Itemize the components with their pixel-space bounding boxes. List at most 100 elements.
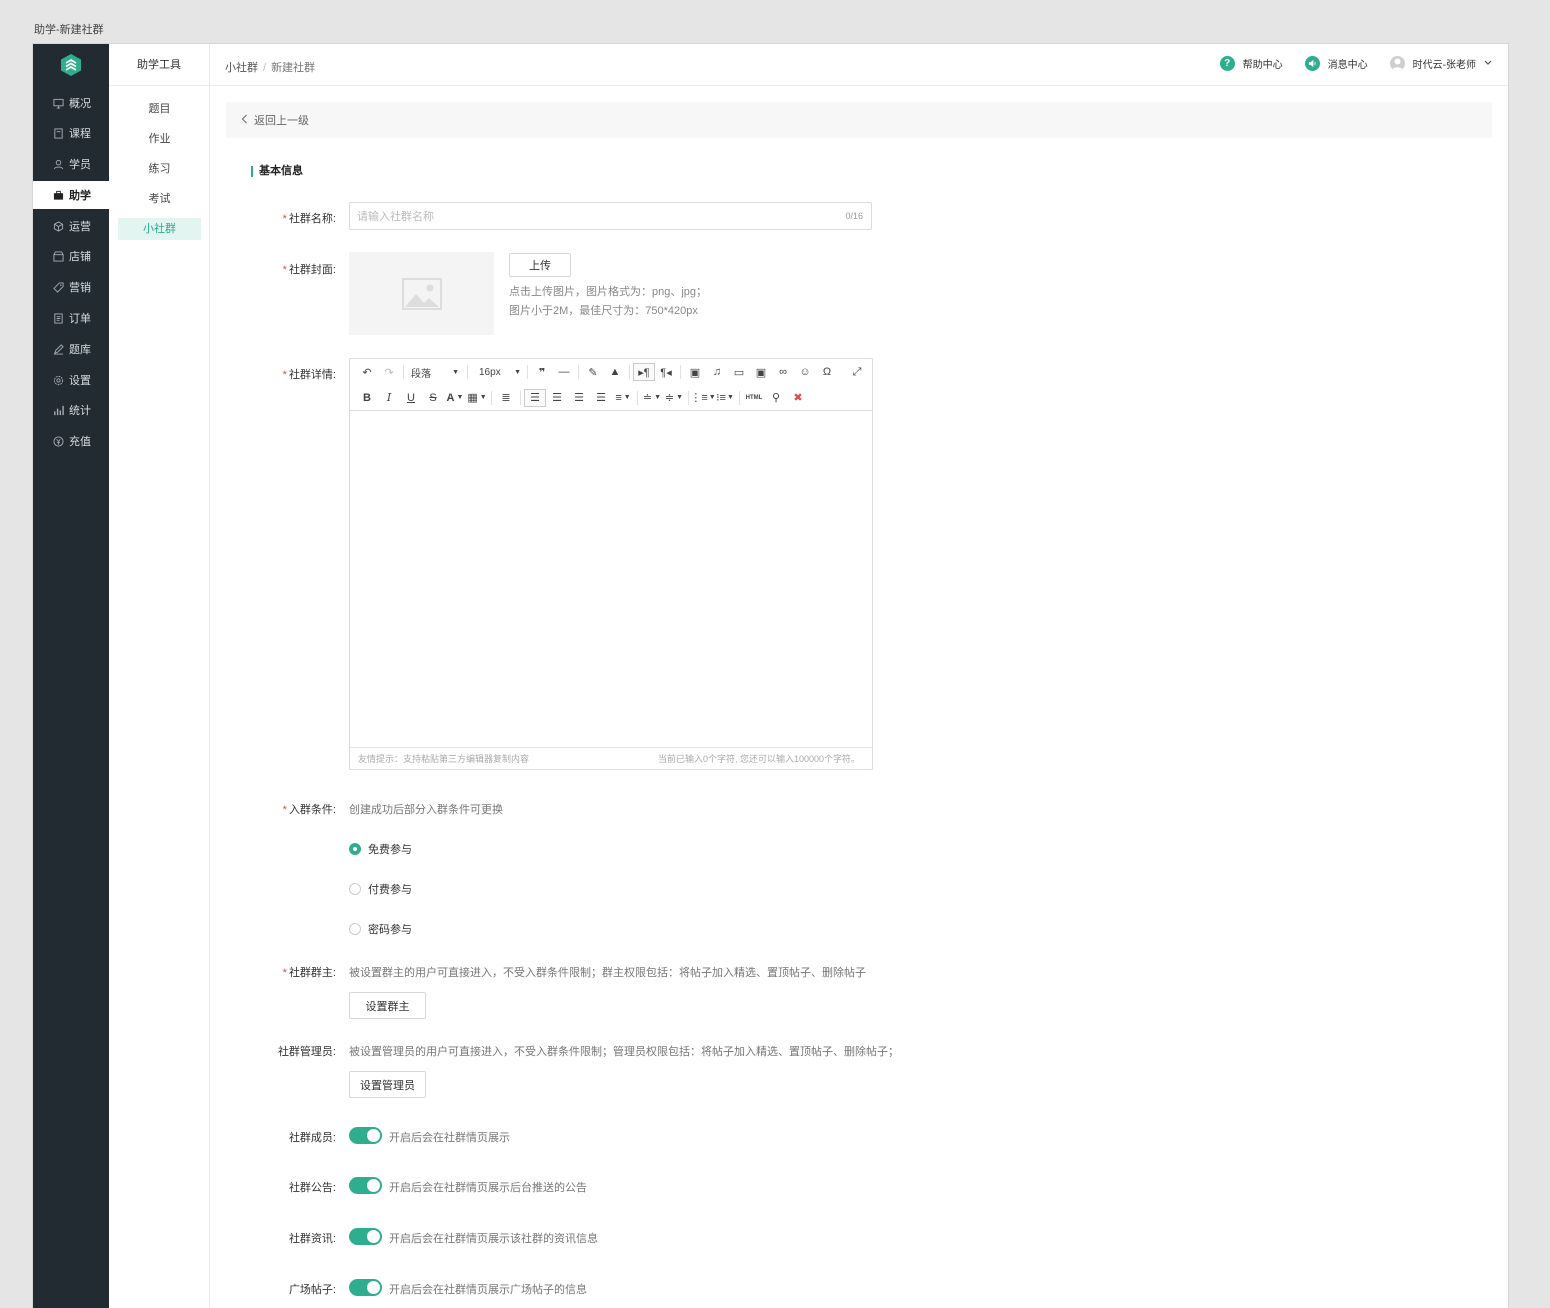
editor-footer: 友情提示：支持粘贴第三方编辑器复制内容 当前已输入0个字符, 您还可以输入100… xyxy=(350,747,872,769)
ltr-icon[interactable]: ▸¶ xyxy=(633,363,655,381)
image-insert-icon[interactable]: ▣ xyxy=(684,363,706,381)
align-justify-icon[interactable]: ☰ xyxy=(590,389,612,407)
caret-down-icon: ▼ xyxy=(452,368,459,376)
book-icon xyxy=(52,127,64,139)
font-color-icon[interactable]: A ▼ xyxy=(444,389,466,407)
square-posts-toggle-label: 广场帖子: xyxy=(288,1284,336,1296)
sidebar-item-store[interactable]: 店铺 xyxy=(33,242,109,270)
subnav-item-exam[interactable]: 考试 xyxy=(118,188,201,210)
sidebar-item-students[interactable]: 学员 xyxy=(33,150,109,178)
bold-icon[interactable]: B xyxy=(356,389,378,407)
eraser-icon[interactable]: ✎ xyxy=(582,363,604,381)
cover-image-placeholder[interactable] xyxy=(349,252,494,335)
undo-icon[interactable]: ↶ xyxy=(356,363,378,381)
sidebar-item-label: 概况 xyxy=(69,98,91,110)
background-color-icon[interactable]: ▦ ▼ xyxy=(466,389,488,407)
italic-icon[interactable]: I xyxy=(378,389,400,407)
align-right-icon[interactable]: ☰ xyxy=(568,389,590,407)
video-icon[interactable]: ▭ xyxy=(728,363,750,381)
sidebar-item-recharge[interactable]: 充值 xyxy=(33,427,109,455)
cover-label: * 社群封面: xyxy=(226,261,336,277)
message-center-link[interactable]: 消息中心 xyxy=(1304,56,1368,71)
name-placeholder: 请输入社群名称 xyxy=(357,211,434,223)
subnav-item-questions[interactable]: 题目 xyxy=(118,98,201,120)
name-input[interactable]: 请输入社群名称 0/16 xyxy=(349,202,872,230)
detail-label: * 社群详情: xyxy=(226,366,336,382)
members-toggle-desc: 开启后会在社群情页展示 xyxy=(389,1132,510,1144)
speaker-icon xyxy=(1304,56,1320,71)
sidebar-item-question-bank[interactable]: 题库 xyxy=(33,335,109,363)
logo-icon[interactable] xyxy=(59,53,83,77)
news-toggle-label: 社群资讯: xyxy=(288,1233,336,1245)
sidebar-item-overview[interactable]: 概况 xyxy=(33,89,109,117)
toolbar-divider xyxy=(491,390,492,405)
notice-toggle[interactable] xyxy=(349,1177,382,1194)
condition-label-text: 入群条件: xyxy=(288,804,336,816)
clear-format-icon[interactable]: ✖ xyxy=(787,389,809,407)
strikethrough-icon[interactable]: S xyxy=(422,389,444,407)
sidebar-item-marketing[interactable]: 营销 xyxy=(33,273,109,301)
sidebar-item-label: 营销 xyxy=(69,282,91,294)
blockquote-icon[interactable]: ❞ xyxy=(531,363,553,381)
sidebar-item-operation[interactable]: 运营 xyxy=(33,212,109,240)
main-content: 返回上一级 基本信息 * 社群名称: 请输入社群名称 0/16 * 社群封面: 上传… xyxy=(226,102,1492,1308)
user-menu[interactable]: 时代云-张老师 xyxy=(1389,56,1492,71)
sidebar-item-assist[interactable]: 助学 xyxy=(33,181,109,209)
underline-icon[interactable]: U xyxy=(400,389,422,407)
pen-icon xyxy=(52,343,64,355)
news-toggle[interactable] xyxy=(349,1228,382,1245)
fullscreen-icon[interactable]: ⤢ xyxy=(846,363,868,381)
indent-icon[interactable]: ≣ xyxy=(495,389,517,407)
sidebar-item-orders[interactable]: 订单 xyxy=(33,304,109,332)
back-button[interactable]: 返回上一级 xyxy=(226,102,1492,138)
line-height-icon[interactable]: ≡ ▼ xyxy=(612,389,634,407)
sidebar-item-course[interactable]: 课程 xyxy=(33,119,109,147)
set-admin-button[interactable]: 设置管理员 xyxy=(349,1071,426,1098)
subnav-item-community[interactable]: 小社群 xyxy=(118,218,201,240)
font-size-select[interactable]: 16px ▼ xyxy=(479,367,521,378)
message-center-label: 消息中心 xyxy=(1327,60,1368,71)
media-icon[interactable]: ▣ xyxy=(750,363,772,381)
caret-down-icon: ▼ xyxy=(514,368,521,376)
redo-icon[interactable]: ↷ xyxy=(378,363,400,381)
rtl-icon[interactable]: ¶◂ xyxy=(655,363,677,381)
sidebar-item-statistics[interactable]: 统计 xyxy=(33,396,109,424)
help-center-link[interactable]: ? 帮助中心 xyxy=(1219,56,1283,71)
upload-button[interactable]: 上传 xyxy=(509,253,571,277)
preview-icon[interactable]: ⚲ xyxy=(765,389,787,407)
members-toggle[interactable] xyxy=(349,1127,382,1144)
radio-free[interactable]: 免费参与 xyxy=(349,841,412,857)
square-posts-toggle[interactable] xyxy=(349,1279,382,1296)
row-spacing-top-icon[interactable]: ≐ ▼ xyxy=(641,389,663,407)
user-icon xyxy=(52,158,64,170)
sidebar-item-settings[interactable]: 设置 xyxy=(33,366,109,394)
ordered-list-icon[interactable]: ⋮≡ ▼ xyxy=(690,389,715,407)
row-spacing-bottom-icon[interactable]: ≑ ▼ xyxy=(663,389,685,407)
sidebar-item-label: 统计 xyxy=(69,405,91,417)
document-icon xyxy=(52,312,64,324)
user-name: 时代云-张老师 xyxy=(1412,60,1476,71)
notice-toggle-desc: 开启后会在社群情页展示后台推送的公告 xyxy=(389,1182,587,1194)
subnav-item-practice[interactable]: 练习 xyxy=(118,158,201,180)
editor-char-count: 当前已输入0个字符, 您还可以输入100000个字符。 xyxy=(657,754,860,764)
monitor-icon xyxy=(52,97,64,109)
editor-body[interactable] xyxy=(350,412,872,747)
breadcrumb-parent[interactable]: 小社群 xyxy=(225,62,258,74)
special-char-icon[interactable]: Ω xyxy=(816,363,838,381)
unordered-list-icon[interactable]: ⁝≡ ▼ xyxy=(714,389,736,407)
radio-password[interactable]: 密码参与 xyxy=(349,921,412,937)
set-owner-button[interactable]: 设置群主 xyxy=(349,992,426,1019)
horizontal-rule-icon[interactable]: — xyxy=(553,363,575,381)
align-center-icon[interactable]: ☰ xyxy=(546,389,568,407)
music-icon[interactable]: ♫ xyxy=(706,363,728,381)
radio-paid[interactable]: 付费参与 xyxy=(349,881,412,897)
paragraph-select[interactable]: 段落 ▼ xyxy=(411,365,459,380)
format-brush-icon[interactable]: ▲ xyxy=(604,363,626,381)
align-left-icon[interactable]: ☰ xyxy=(524,388,546,407)
subnav-item-homework[interactable]: 作业 xyxy=(118,128,201,150)
notice-toggle-label: 社群公告: xyxy=(288,1182,336,1194)
link-icon[interactable]: ∞ xyxy=(772,363,794,381)
html-source-icon[interactable]: HTML xyxy=(743,389,765,407)
font-size-value: 16px xyxy=(479,366,501,378)
emoji-icon[interactable]: ☺ xyxy=(794,363,816,381)
